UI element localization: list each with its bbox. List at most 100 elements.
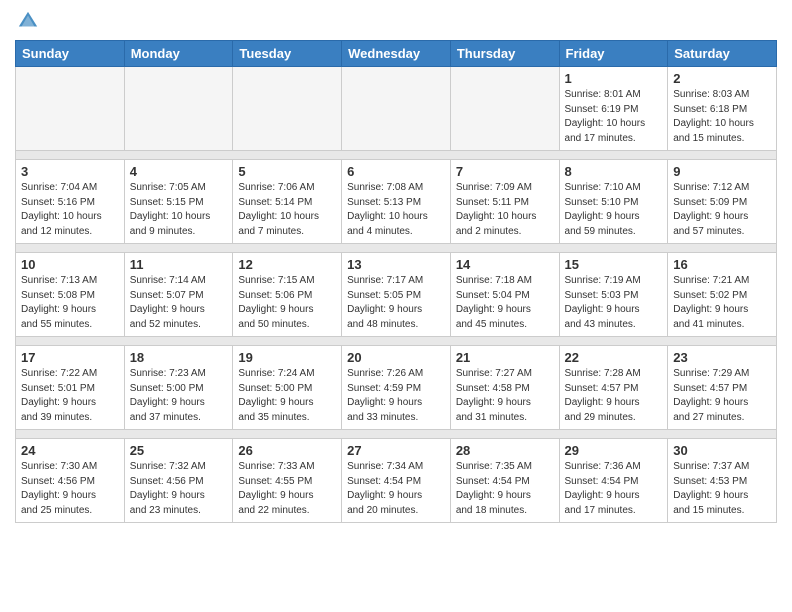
day-number: 13 [347, 257, 445, 272]
day-info: Sunrise: 7:32 AM Sunset: 4:56 PM Dayligh… [130, 460, 228, 518]
day-info: Sunrise: 7:10 AM Sunset: 5:10 PM Dayligh… [565, 181, 663, 239]
week-spacer [16, 430, 777, 439]
calendar-day-cell [450, 67, 559, 151]
day-number: 18 [130, 350, 228, 365]
calendar-header-row: SundayMondayTuesdayWednesdayThursdayFrid… [16, 41, 777, 67]
calendar-day-header: Friday [559, 41, 668, 67]
calendar-day-cell: 8 Sunrise: 7:10 AM Sunset: 5:10 PM Daylig… [559, 160, 668, 244]
day-number: 8 [565, 164, 663, 179]
day-number: 9 [673, 164, 771, 179]
day-info: Sunrise: 7:14 AM Sunset: 5:07 PM Dayligh… [130, 274, 228, 332]
day-info: Sunrise: 7:06 AM Sunset: 5:14 PM Dayligh… [238, 181, 336, 239]
calendar-day-cell: 1 Sunrise: 8:01 AM Sunset: 6:19 PM Daylig… [559, 67, 668, 151]
page-header [15, 10, 777, 32]
day-number: 10 [21, 257, 119, 272]
calendar-day-cell: 17 Sunrise: 7:22 AM Sunset: 5:01 PM Dayli… [16, 346, 125, 430]
day-number: 21 [456, 350, 554, 365]
logo-icon [17, 10, 39, 32]
day-number: 4 [130, 164, 228, 179]
day-number: 12 [238, 257, 336, 272]
calendar-day-cell: 20 Sunrise: 7:26 AM Sunset: 4:59 PM Dayli… [342, 346, 451, 430]
day-number: 20 [347, 350, 445, 365]
week-spacer [16, 244, 777, 253]
day-number: 25 [130, 443, 228, 458]
calendar-day-cell [124, 67, 233, 151]
calendar-day-cell: 11 Sunrise: 7:14 AM Sunset: 5:07 PM Dayli… [124, 253, 233, 337]
day-info: Sunrise: 7:29 AM Sunset: 4:57 PM Dayligh… [673, 367, 771, 425]
day-info: Sunrise: 7:05 AM Sunset: 5:15 PM Dayligh… [130, 181, 228, 239]
day-info: Sunrise: 7:09 AM Sunset: 5:11 PM Dayligh… [456, 181, 554, 239]
calendar-day-cell: 13Sunrise: 7:17 AM Sunset: 5:05 PM Dayli… [342, 253, 451, 337]
day-info: Sunrise: 7:27 AM Sunset: 4:58 PM Dayligh… [456, 367, 554, 425]
week-spacer [16, 337, 777, 346]
calendar-day-cell: 19 Sunrise: 7:24 AM Sunset: 5:00 PM Dayli… [233, 346, 342, 430]
day-number: 27 [347, 443, 445, 458]
day-number: 5 [238, 164, 336, 179]
day-number: 22 [565, 350, 663, 365]
calendar-day-header: Saturday [668, 41, 777, 67]
calendar-day-cell: 27Sunrise: 7:34 AM Sunset: 4:54 PM Dayli… [342, 439, 451, 523]
calendar-day-cell: 6 Sunrise: 7:08 AM Sunset: 5:13 PM Daylig… [342, 160, 451, 244]
day-number: 19 [238, 350, 336, 365]
calendar-day-cell [16, 67, 125, 151]
calendar-day-cell: 4 Sunrise: 7:05 AM Sunset: 5:15 PM Daylig… [124, 160, 233, 244]
day-info: Sunrise: 8:01 AM Sunset: 6:19 PM Dayligh… [565, 88, 663, 146]
calendar-day-header: Wednesday [342, 41, 451, 67]
day-number: 2 [673, 71, 771, 86]
calendar-week-row: 17 Sunrise: 7:22 AM Sunset: 5:01 PM Dayli… [16, 346, 777, 430]
day-info: Sunrise: 7:26 AM Sunset: 4:59 PM Dayligh… [347, 367, 445, 425]
day-info: Sunrise: 7:35 AM Sunset: 4:54 PM Dayligh… [456, 460, 554, 518]
day-info: Sunrise: 7:21 AM Sunset: 5:02 PM Dayligh… [673, 274, 771, 332]
calendar-day-cell: 12 Sunrise: 7:15 AM Sunset: 5:06 PM Dayli… [233, 253, 342, 337]
day-info: Sunrise: 7:08 AM Sunset: 5:13 PM Dayligh… [347, 181, 445, 239]
calendar-day-header: Monday [124, 41, 233, 67]
calendar-day-cell: 5 Sunrise: 7:06 AM Sunset: 5:14 PM Daylig… [233, 160, 342, 244]
calendar-day-cell: 21 Sunrise: 7:27 AM Sunset: 4:58 PM Dayli… [450, 346, 559, 430]
calendar-day-cell: 16 Sunrise: 7:21 AM Sunset: 5:02 PM Dayli… [668, 253, 777, 337]
day-number: 11 [130, 257, 228, 272]
day-info: Sunrise: 7:24 AM Sunset: 5:00 PM Dayligh… [238, 367, 336, 425]
day-info: Sunrise: 7:12 AM Sunset: 5:09 PM Dayligh… [673, 181, 771, 239]
day-info: Sunrise: 7:33 AM Sunset: 4:55 PM Dayligh… [238, 460, 336, 518]
calendar-day-cell: 18 Sunrise: 7:23 AM Sunset: 5:00 PM Dayli… [124, 346, 233, 430]
day-info: Sunrise: 7:36 AM Sunset: 4:54 PM Dayligh… [565, 460, 663, 518]
day-number: 16 [673, 257, 771, 272]
day-info: Sunrise: 7:30 AM Sunset: 4:56 PM Dayligh… [21, 460, 119, 518]
day-number: 3 [21, 164, 119, 179]
calendar-week-row: 10 Sunrise: 7:13 AM Sunset: 5:08 PM Dayli… [16, 253, 777, 337]
calendar-table: SundayMondayTuesdayWednesdayThursdayFrid… [15, 40, 777, 523]
calendar-day-cell: 2 Sunrise: 8:03 AM Sunset: 6:18 PM Daylig… [668, 67, 777, 151]
calendar-day-header: Thursday [450, 41, 559, 67]
calendar-day-cell: 24 Sunrise: 7:30 AM Sunset: 4:56 PM Dayli… [16, 439, 125, 523]
calendar-day-cell: 30 Sunrise: 7:37 AM Sunset: 4:53 PM Dayli… [668, 439, 777, 523]
calendar-day-cell: 15Sunrise: 7:19 AM Sunset: 5:03 PM Dayli… [559, 253, 668, 337]
day-number: 24 [21, 443, 119, 458]
day-number: 28 [456, 443, 554, 458]
calendar-day-cell: 23Sunrise: 7:29 AM Sunset: 4:57 PM Dayli… [668, 346, 777, 430]
calendar-week-row: 3Sunrise: 7:04 AM Sunset: 5:16 PM Daylig… [16, 160, 777, 244]
day-number: 14 [456, 257, 554, 272]
calendar-day-cell [342, 67, 451, 151]
week-spacer [16, 151, 777, 160]
calendar-week-row: 1 Sunrise: 8:01 AM Sunset: 6:19 PM Daylig… [16, 67, 777, 151]
calendar-day-cell: 3Sunrise: 7:04 AM Sunset: 5:16 PM Daylig… [16, 160, 125, 244]
calendar-day-cell: 25 Sunrise: 7:32 AM Sunset: 4:56 PM Dayli… [124, 439, 233, 523]
calendar-day-cell: 14 Sunrise: 7:18 AM Sunset: 5:04 PM Dayli… [450, 253, 559, 337]
logo [15, 10, 39, 32]
day-number: 1 [565, 71, 663, 86]
day-info: Sunrise: 8:03 AM Sunset: 6:18 PM Dayligh… [673, 88, 771, 146]
calendar-day-header: Tuesday [233, 41, 342, 67]
day-number: 15 [565, 257, 663, 272]
calendar-day-cell [233, 67, 342, 151]
day-info: Sunrise: 7:23 AM Sunset: 5:00 PM Dayligh… [130, 367, 228, 425]
day-info: Sunrise: 7:22 AM Sunset: 5:01 PM Dayligh… [21, 367, 119, 425]
day-info: Sunrise: 7:13 AM Sunset: 5:08 PM Dayligh… [21, 274, 119, 332]
day-info: Sunrise: 7:18 AM Sunset: 5:04 PM Dayligh… [456, 274, 554, 332]
day-info: Sunrise: 7:37 AM Sunset: 4:53 PM Dayligh… [673, 460, 771, 518]
day-number: 17 [21, 350, 119, 365]
day-number: 30 [673, 443, 771, 458]
day-info: Sunrise: 7:15 AM Sunset: 5:06 PM Dayligh… [238, 274, 336, 332]
calendar-day-cell: 10 Sunrise: 7:13 AM Sunset: 5:08 PM Dayli… [16, 253, 125, 337]
day-number: 6 [347, 164, 445, 179]
day-info: Sunrise: 7:28 AM Sunset: 4:57 PM Dayligh… [565, 367, 663, 425]
